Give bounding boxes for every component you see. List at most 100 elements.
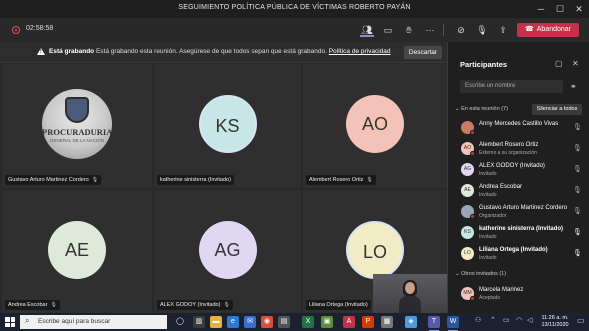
logo-text: PROCURADURIA <box>42 127 112 137</box>
tile-name: Alembert Rosero Ortiz 🎙︎ <box>306 175 376 185</box>
status-dot <box>470 151 475 156</box>
participant-row[interactable]: Anny Mercedes Castillo Vivas 🎙︎ <box>448 118 589 139</box>
participant-role: Invitado <box>479 234 497 240</box>
app-icon[interactable]: ◈ <box>405 316 417 328</box>
share-invite-icon[interactable]: ⚭ <box>570 82 577 91</box>
participant-name: Marcela Marinez <box>479 287 524 293</box>
participant-row[interactable]: AE Andrea Escobar Invitado 🎙︎ <box>448 181 589 202</box>
mic-off-icon[interactable]: 🎙︎ <box>475 23 489 37</box>
video-tile-0[interactable]: PROCURADURIA GENERAL DE LA NACIÓN Gustav… <box>2 64 152 188</box>
procuraduria-logo: PROCURADURIA GENERAL DE LA NACIÓN <box>42 89 112 159</box>
participant-row[interactable]: Gustavo Arturo Martinez Cordero Organiza… <box>448 202 589 223</box>
mic-off-icon: 🎙︎ <box>91 177 99 183</box>
banner-text: Está grabando esta reunión. Asegúrese de… <box>95 48 327 55</box>
avatar: KS <box>461 226 474 239</box>
avatar: AE <box>461 184 474 197</box>
avatar: LO <box>346 220 404 279</box>
mail-icon[interactable]: ✉ <box>244 316 256 328</box>
clock-time: 11:26 a. m. <box>541 315 569 321</box>
close-icon[interactable]: ✕ <box>572 59 579 68</box>
tile-name: katherine sinisterra (Invitado) <box>157 175 234 185</box>
pop-out-icon[interactable]: ▢ <box>555 59 563 68</box>
warning-icon <box>37 48 45 55</box>
participant-search-input[interactable]: Escribe un nombre <box>460 80 563 93</box>
teams-icon[interactable]: T <box>428 316 440 331</box>
more-icon[interactable]: ··· <box>423 23 437 37</box>
participant-name: Liliana Ortega (Invitado) <box>479 247 548 253</box>
powerpoint-icon[interactable]: P <box>362 316 374 328</box>
participant-name: katherine sinisterra (Invitado) <box>479 226 564 232</box>
tile-name: Liliana Ortega (Invitado) <box>306 300 371 310</box>
mic-off-icon[interactable]: 🎙︎ <box>573 186 582 194</box>
mic-off-icon[interactable]: 🎙︎ <box>573 165 582 173</box>
photos-icon[interactable]: ▣ <box>321 316 333 328</box>
app-icon[interactable]: ▦ <box>381 316 393 328</box>
meeting-timer: 02:58:58 <box>26 25 54 32</box>
camera-off-icon[interactable]: ⊘ <box>454 23 468 37</box>
participant-row[interactable]: LO Liliana Ortega (Invitado) Invitado 🎙︎ <box>448 244 589 265</box>
in-meeting-section[interactable]: ⌄ En esta reunión (7) <box>455 106 508 112</box>
volume-icon[interactable]: ◁ <box>527 316 532 324</box>
chat-icon[interactable]: ▭ <box>381 23 395 37</box>
participant-row[interactable]: AG ALEX GODOY (Invitado) Invitado 🎙︎ <box>448 160 589 181</box>
video-tile-1[interactable]: KS katherine sinisterra (Invitado) <box>154 64 301 188</box>
search-icon: ⌕ <box>25 316 30 325</box>
battery-icon[interactable]: ▭ <box>503 316 510 324</box>
mic-off-icon[interactable]: 🎙︎ <box>573 144 582 152</box>
notification-icon[interactable]: ▭ <box>577 316 585 325</box>
participant-row[interactable]: AO Alembert Rosero Ortiz Externo a su or… <box>448 139 589 160</box>
acrobat-icon[interactable]: A <box>343 316 355 328</box>
mute-all-button[interactable]: Silenciar a todos <box>532 104 582 115</box>
leave-button[interactable]: ☎︎ Abandonar <box>517 23 579 37</box>
meeting-toolbar: 02:58:58 👥︎ ▭ ✋︎ ··· ⊘ 🎙︎ ⇪ ☎︎ Abandonar <box>0 18 589 42</box>
video-tile-2[interactable]: AO Alembert Rosero Ortiz 🎙︎ <box>303 64 447 188</box>
share-tray-icon[interactable]: ⇪ <box>496 23 510 37</box>
wifi-icon[interactable]: ◠ <box>516 316 522 324</box>
banner-bold: Está grabando <box>49 48 95 55</box>
video-tile-3[interactable]: AE Andrea Escobar 🎙︎ <box>2 190 152 313</box>
mic-off-icon[interactable]: 🎙︎ <box>573 207 582 215</box>
avatar: MM <box>461 287 475 301</box>
participants-panel: Participantes ▢ ✕ Escribe un nombre ⚭ ⌄ … <box>447 42 589 313</box>
dismiss-button[interactable]: Descartar <box>404 46 442 59</box>
privacy-policy-link[interactable]: Política de privacidad <box>329 48 391 55</box>
store-icon[interactable]: ▤ <box>278 316 290 328</box>
people-icon[interactable]: ⚇ <box>475 316 481 324</box>
edge-icon[interactable]: e <box>227 316 239 328</box>
avatar: AG <box>198 220 257 279</box>
clock-date: 13/11/2020 <box>541 322 569 328</box>
taskbar-search-input[interactable]: ⌕ Escribe aquí para buscar <box>20 315 167 329</box>
participant-row[interactable]: KS katherine sinisterra (Invitado) Invit… <box>448 223 589 244</box>
participant-role: Aceptado <box>479 295 501 301</box>
others-section[interactable]: ⌄ Otros invitados (1) <box>455 271 506 277</box>
logo-subtext: GENERAL DE LA NACIÓN <box>49 138 105 143</box>
taskbar-clock[interactable]: 11:26 a. m. 13/11/2020 <box>536 315 574 329</box>
minimize-icon[interactable]: ─ <box>534 2 548 16</box>
maximize-icon[interactable]: ☐ <box>553 2 567 16</box>
windows-start-icon[interactable] <box>5 317 15 327</box>
mic-off-icon: 🎙︎ <box>366 177 373 183</box>
participant-name: Anny Mercedes Castillo Vivas <box>479 121 559 127</box>
task-view-icon[interactable]: ◯ <box>174 316 186 328</box>
raise-hand-icon[interactable]: ✋︎ <box>402 23 416 37</box>
window-title: SEGUIMIENTO POLÍTICA PÚBLICA DE VÍCTIMAS… <box>178 4 411 11</box>
task-view-icon[interactable]: ▥ <box>193 316 205 328</box>
participant-role: Organizador <box>479 213 507 219</box>
chevron-up-icon[interactable]: ⌃ <box>490 316 496 324</box>
mic-off-icon[interactable]: 🎙︎ <box>573 123 582 131</box>
recording-icon <box>12 26 20 34</box>
status-dot <box>470 296 475 301</box>
close-icon[interactable]: ✕ <box>572 2 586 16</box>
chrome-icon[interactable]: ◉ <box>261 316 273 328</box>
participant-row[interactable]: MM Marcela Marinez Aceptado <box>448 284 589 305</box>
file-explorer-icon[interactable]: ▬ <box>210 316 222 328</box>
mic-on-icon[interactable]: 🎙︎ <box>573 228 582 236</box>
participants-icon[interactable]: 👥︎ <box>360 23 374 37</box>
video-tile-4[interactable]: AG ALEX GODOY (Invitado) 🎙︎ <box>154 190 301 313</box>
word-icon[interactable]: W <box>447 316 459 331</box>
self-video-preview[interactable] <box>373 274 447 313</box>
banner-message: Está grabando Está grabando esta reunión… <box>49 48 391 55</box>
participant-name: Gustavo Arturo Martinez Cordero <box>479 205 568 211</box>
mic-on-icon[interactable]: 🎙︎ <box>573 249 582 257</box>
excel-icon[interactable]: X <box>302 316 314 328</box>
